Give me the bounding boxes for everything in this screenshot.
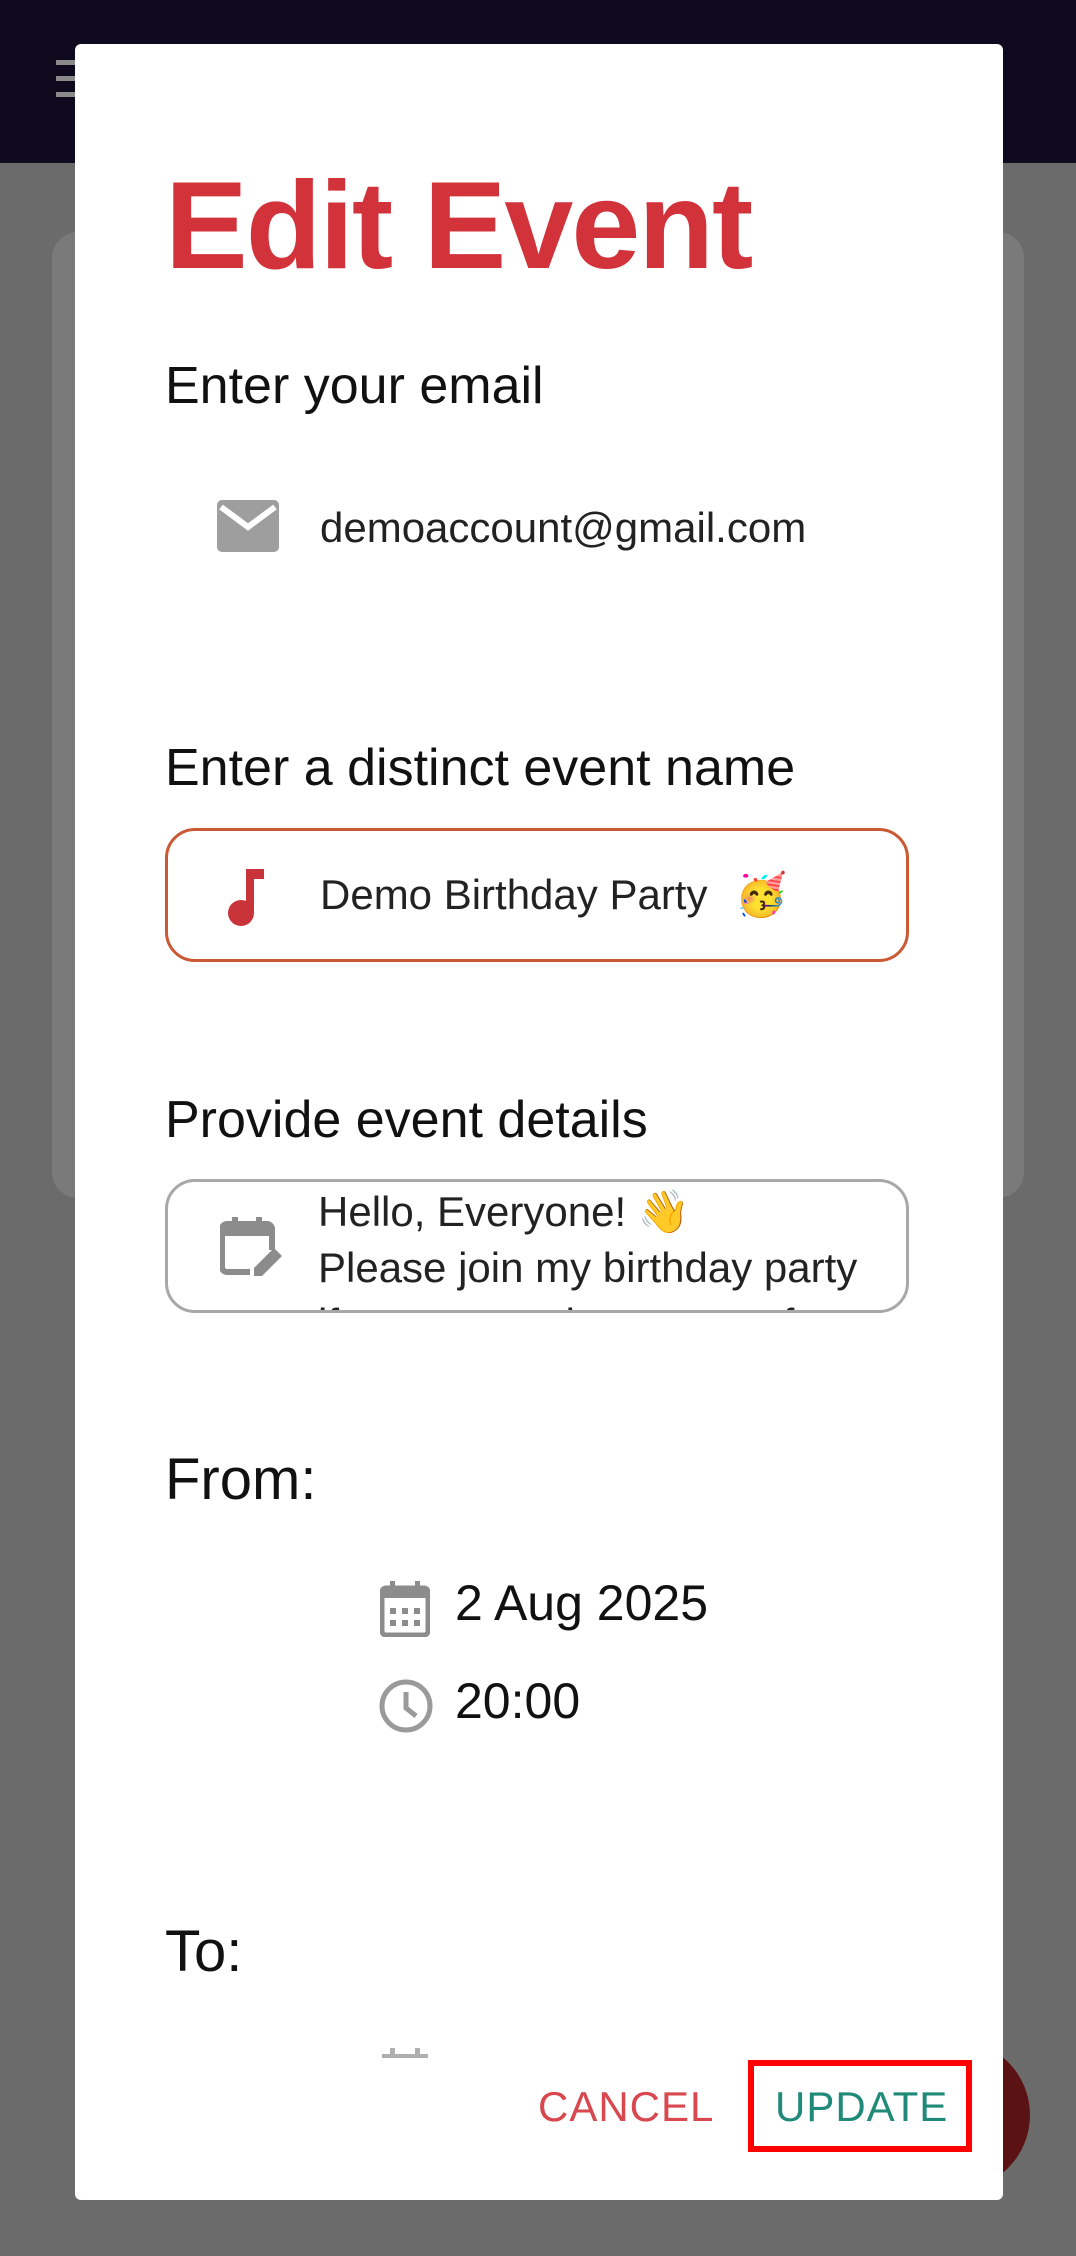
calendar-icon-partial — [382, 2048, 428, 2058]
email-value[interactable]: demoaccount@gmail.com — [320, 504, 806, 552]
details-line-2: Please join my birthday party — [318, 1244, 858, 1291]
to-label: To: — [165, 1919, 243, 1984]
party-emoji: 🥳 — [735, 871, 788, 918]
calendar-edit-icon — [220, 1217, 284, 1280]
from-time[interactable]: 20:00 — [455, 1672, 580, 1730]
dialog-title: Edit Event — [165, 157, 753, 295]
event-name-value[interactable]: Demo Birthday Party 🥳 — [320, 871, 787, 920]
event-name-label: Enter a distinct event name — [165, 739, 796, 797]
from-date[interactable]: 2 Aug 2025 — [455, 1574, 708, 1632]
calendar-icon — [380, 1581, 430, 1637]
details-field[interactable]: Hello, Everyone! 👋 Please join my birthd… — [165, 1179, 909, 1313]
from-label: From: — [165, 1447, 317, 1512]
update-highlight-box — [748, 2060, 972, 2152]
clock-icon — [379, 1679, 433, 1733]
details-value[interactable]: Hello, Everyone! 👋 Please join my birthd… — [318, 1184, 858, 1310]
cancel-button[interactable]: CANCEL — [538, 2083, 714, 2131]
edit-event-dialog: Edit Event Enter your email demoaccount@… — [75, 44, 1003, 2200]
details-line-3: if you wanna have some fun — [318, 1296, 857, 1310]
event-name-field[interactable]: Demo Birthday Party 🥳 — [165, 828, 909, 962]
details-line-1: Hello, Everyone! 👋 — [318, 1188, 691, 1235]
mail-icon — [217, 500, 279, 552]
details-label: Provide event details — [165, 1091, 648, 1149]
event-name-text: Demo Birthday Party — [320, 871, 708, 918]
music-note-icon — [228, 869, 264, 926]
email-label: Enter your email — [165, 357, 544, 415]
